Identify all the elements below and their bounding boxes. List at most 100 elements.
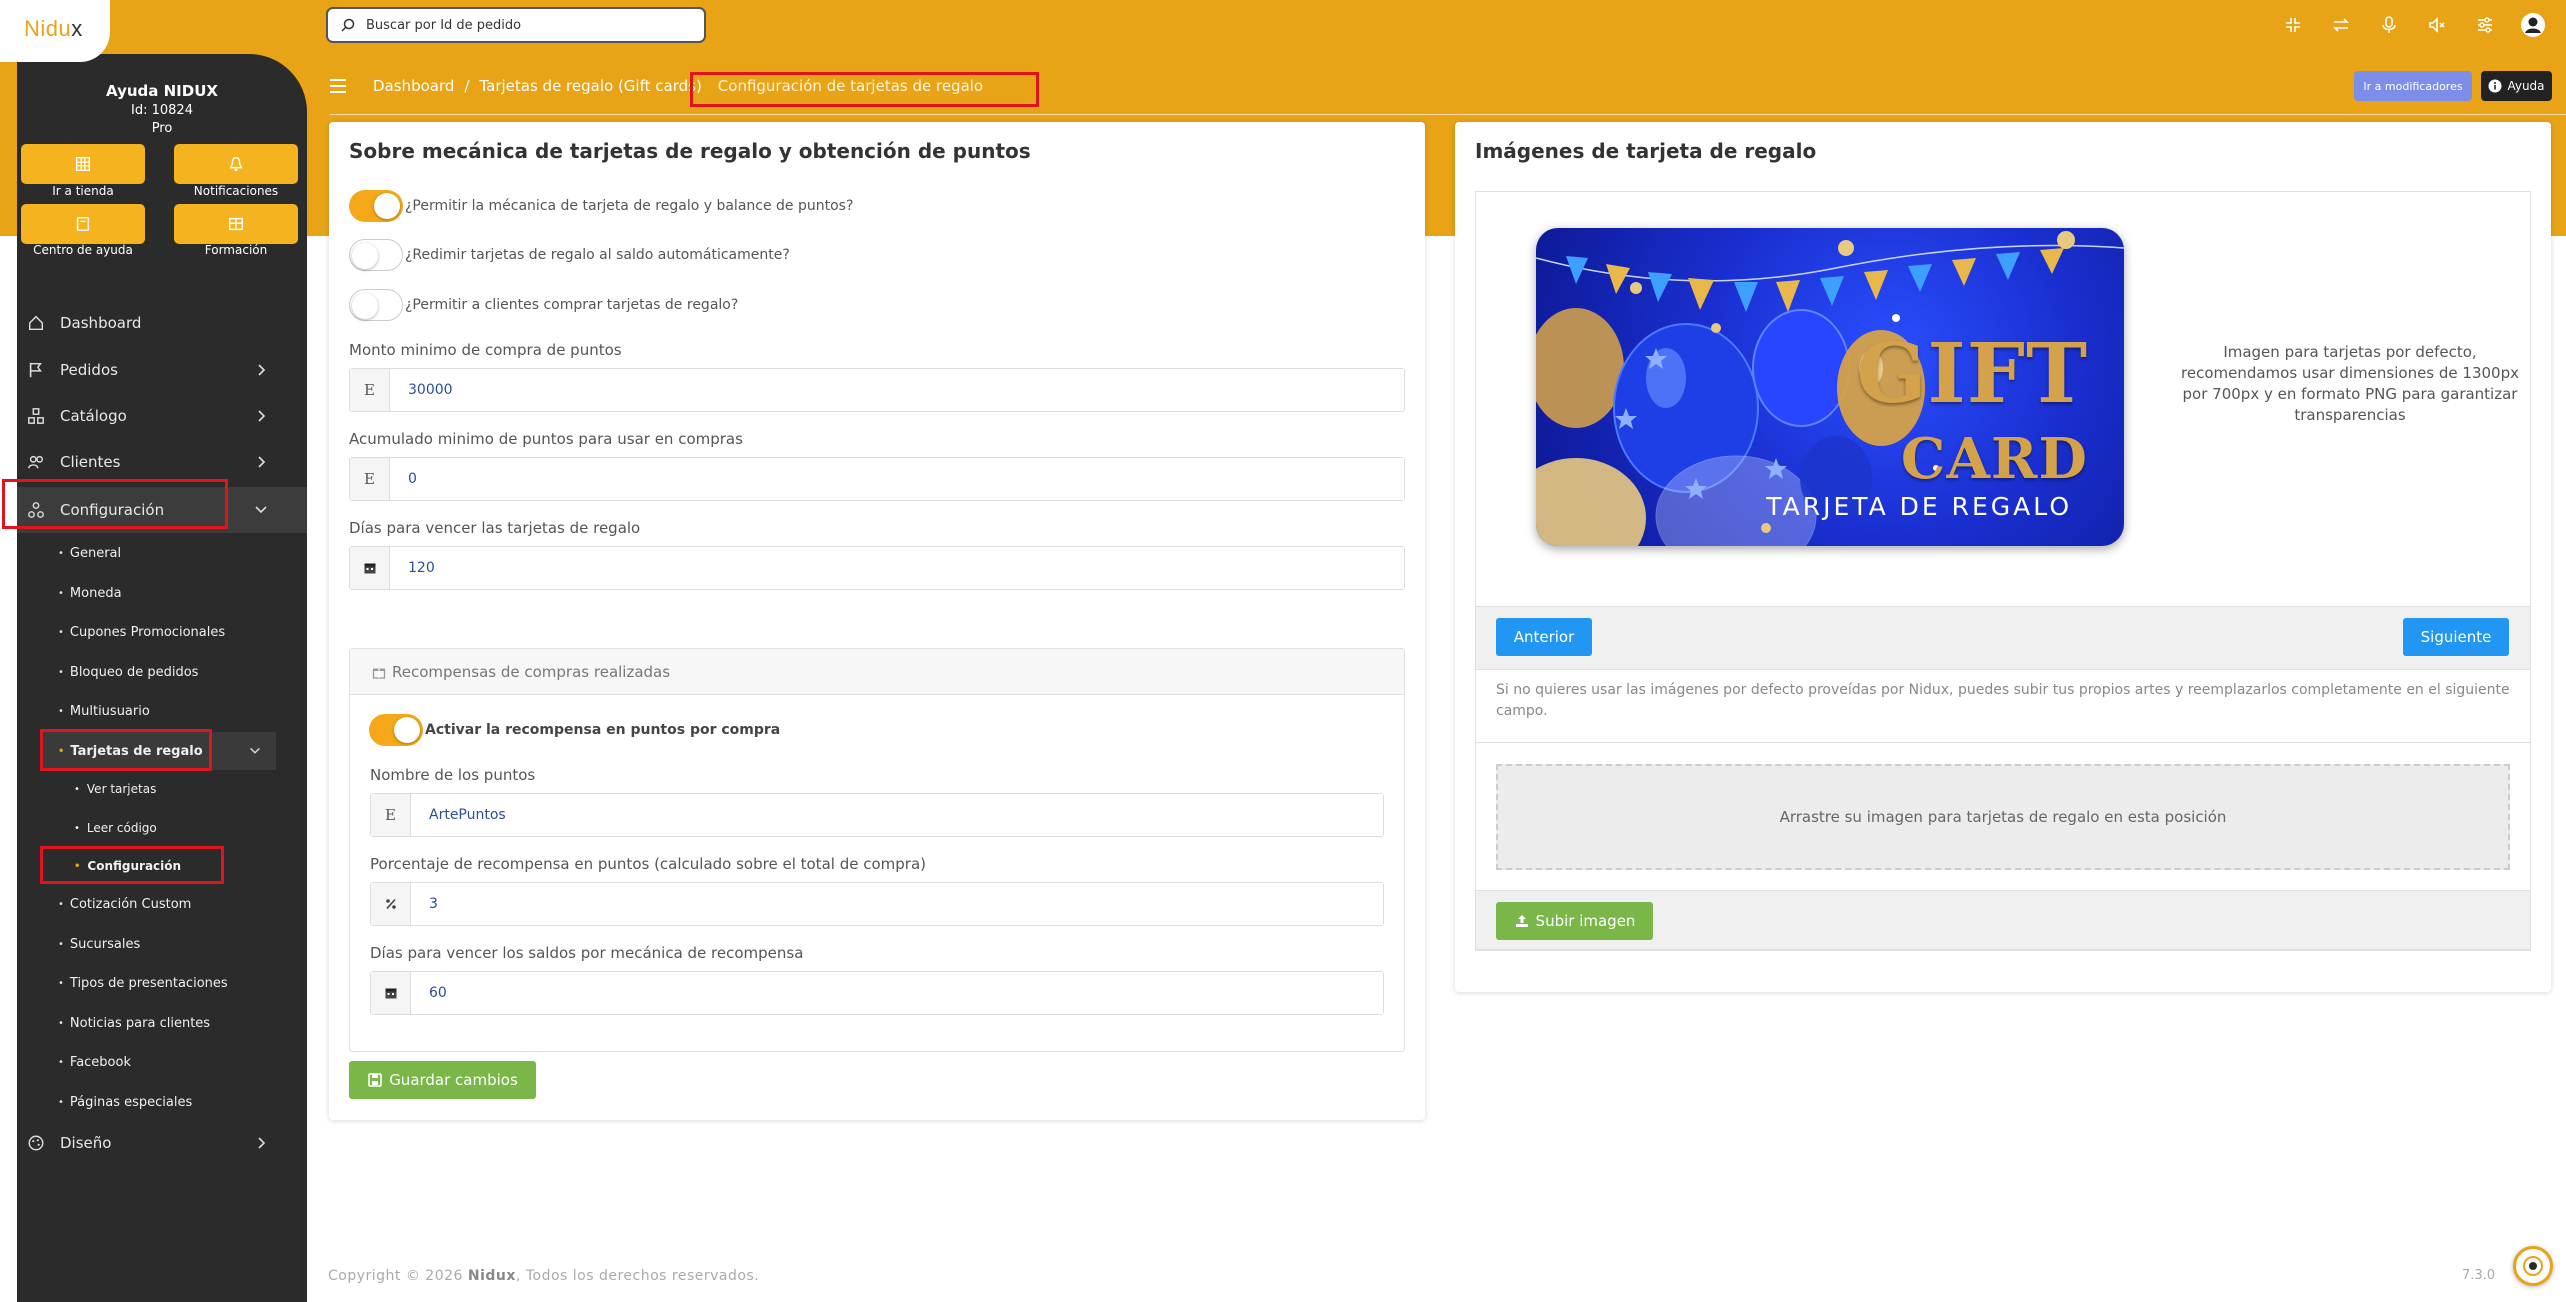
mute-icon[interactable]: [2424, 12, 2450, 38]
highlight-tarjetas-regalo: [40, 729, 212, 771]
user-info: Ayuda NIDUX Id: 10824 Pro: [17, 80, 307, 136]
user-avatar-icon[interactable]: [2520, 12, 2546, 38]
nav-diseno[interactable]: Diseño: [26, 1128, 276, 1158]
nav-pedidos[interactable]: Pedidos: [26, 355, 276, 385]
allow-purchase-toggle[interactable]: [349, 289, 403, 321]
sliders-icon[interactable]: [2472, 12, 2498, 38]
points-card-title: Sobre mecánica de tarjetas de regalo y o…: [349, 139, 1031, 163]
chevron-down-icon: [255, 506, 267, 514]
letter-e-addon: E: [350, 458, 390, 500]
allow-purchase-label: ¿Permitir a clientes comprar tarjetas de…: [405, 297, 739, 313]
search-input[interactable]: [366, 17, 686, 33]
gift-card-line1: GIFT: [1856, 326, 2088, 422]
collapse-icon[interactable]: [2280, 12, 2306, 38]
points-name-group: E: [370, 793, 1384, 837]
home-icon: [26, 313, 46, 333]
chevron-right-icon: [258, 410, 266, 422]
sub-noticias[interactable]: Noticias para clientes: [58, 1011, 210, 1035]
gift-icon: [372, 668, 386, 679]
training-button[interactable]: [174, 204, 298, 244]
support-chat-button[interactable]: [2513, 1246, 2553, 1286]
nav-catalogo-label: Catálogo: [60, 407, 127, 425]
next-image-button[interactable]: Siguiente: [2403, 618, 2509, 656]
gift-card-heading: GIFT CARD: [1856, 333, 2088, 497]
sub-facebook[interactable]: Facebook: [58, 1050, 131, 1074]
upload-image-button[interactable]: Subir imagen: [1496, 902, 1653, 940]
reward-percent-input[interactable]: [411, 883, 1383, 925]
nav-clientes[interactable]: Clientes: [26, 447, 276, 477]
user-name: Ayuda NIDUX: [106, 82, 218, 100]
reward-expire-input[interactable]: [411, 972, 1383, 1014]
search-box[interactable]: [326, 7, 706, 43]
highlight-configuracion: [2, 479, 228, 529]
switch-icon[interactable]: [2328, 12, 2354, 38]
sub-ver-tarjetas[interactable]: Ver tarjetas: [74, 778, 156, 800]
toggle-row-auto-redeem[interactable]: ¿Redimir tarjetas de regalo al saldo aut…: [349, 239, 790, 271]
divider: [1476, 742, 2530, 743]
help-center-button[interactable]: [21, 204, 145, 244]
toggle-row-allow-purchase[interactable]: ¿Permitir a clientes comprar tarjetas de…: [349, 289, 738, 321]
help-book-icon: [76, 216, 90, 232]
nav-pedidos-label: Pedidos: [60, 361, 118, 379]
min-purchase-input[interactable]: [390, 369, 1404, 411]
sub-sucursales[interactable]: Sucursales: [58, 932, 140, 956]
reward-toggle[interactable]: [369, 714, 423, 746]
previous-image-button[interactable]: Anterior: [1496, 618, 1592, 656]
sub-multiusuario[interactable]: Multiusuario: [58, 699, 150, 723]
training-label: Formación: [204, 243, 268, 257]
notifications-button[interactable]: [174, 144, 298, 184]
rewards-panel-header: Recompensas de compras realizadas: [350, 649, 1404, 695]
nav-clientes-label: Clientes: [60, 453, 121, 471]
sub-cupones[interactable]: Cupones Promocionales: [58, 620, 225, 644]
auto-redeem-toggle[interactable]: [349, 239, 403, 271]
image-dropzone[interactable]: Arrastre su imagen para tarjetas de rega…: [1496, 764, 2510, 870]
nav-catalogo[interactable]: Catálogo: [26, 401, 276, 431]
notifications-label: Notificaciones: [193, 184, 279, 198]
save-changes-button[interactable]: Guardar cambios: [349, 1061, 536, 1099]
palette-icon: [26, 1133, 46, 1153]
copyright-prefix: Copyright © 2026: [328, 1268, 468, 1284]
sub-leer-codigo[interactable]: Leer código: [74, 817, 157, 839]
nav-dashboard[interactable]: Dashboard: [26, 308, 276, 338]
sub-paginas-especiales[interactable]: Páginas especiales: [58, 1090, 192, 1114]
min-points-input[interactable]: [390, 458, 1404, 500]
microphone-icon[interactable]: [2376, 12, 2402, 38]
toggle-row-reward[interactable]: Activar la recompensa en puntos por comp…: [369, 714, 780, 746]
help-center-label: Centro de ayuda: [33, 243, 133, 257]
calendar-icon: [371, 972, 411, 1014]
points-name-input[interactable]: [411, 794, 1383, 836]
store-button[interactable]: [21, 144, 145, 184]
toggle-row-allow-mechanic[interactable]: ¿Permitir la mécanica de tarjeta de rega…: [349, 190, 853, 222]
sub-cotizacion[interactable]: Cotización Custom: [58, 892, 191, 916]
highlight-breadcrumb-current: [690, 72, 1039, 107]
sub-general[interactable]: General: [58, 541, 121, 565]
breadcrumb-dashboard[interactable]: Dashboard: [373, 77, 454, 95]
help-label: Ayuda: [2507, 79, 2545, 93]
chevron-down-icon: [250, 747, 260, 754]
expire-days-input[interactable]: [390, 547, 1404, 589]
sub-presentaciones[interactable]: Tipos de presentaciones: [58, 971, 228, 995]
user-id: Id: 10824: [131, 103, 193, 118]
calendar-icon: [350, 547, 390, 589]
user-plan: Pro: [151, 121, 173, 136]
sub-bloqueo[interactable]: Bloqueo de pedidos: [58, 660, 199, 684]
auto-redeem-label: ¿Redimir tarjetas de regalo al saldo aut…: [405, 247, 790, 263]
logo-area[interactable]: Nidux: [0, 0, 110, 62]
reward-expire-group: [370, 971, 1384, 1015]
info-icon: [2488, 79, 2502, 93]
min-purchase-group: E: [349, 368, 1405, 412]
help-button[interactable]: Ayuda: [2481, 71, 2552, 101]
modifiers-button[interactable]: Ir a modificadores: [2354, 71, 2472, 101]
expire-days-group: [349, 546, 1405, 590]
top-toolbar: [2258, 12, 2546, 38]
sub-moneda[interactable]: Moneda: [58, 581, 122, 605]
allow-mechanic-toggle[interactable]: [349, 190, 403, 222]
menu-toggle-icon[interactable]: [328, 78, 348, 94]
expire-days-label: Días para vencer las tarjetas de regalo: [349, 519, 641, 537]
breadcrumb-gift-cards[interactable]: Tarjetas de regalo (Gift cards): [479, 77, 701, 95]
reward-expire-label: Días para vencer los saldos por mecánica…: [370, 944, 804, 962]
min-points-group: E: [349, 457, 1405, 501]
save-changes-label: Guardar cambios: [389, 1071, 518, 1089]
reward-percent-group: [370, 882, 1384, 926]
save-icon: [368, 1073, 382, 1087]
